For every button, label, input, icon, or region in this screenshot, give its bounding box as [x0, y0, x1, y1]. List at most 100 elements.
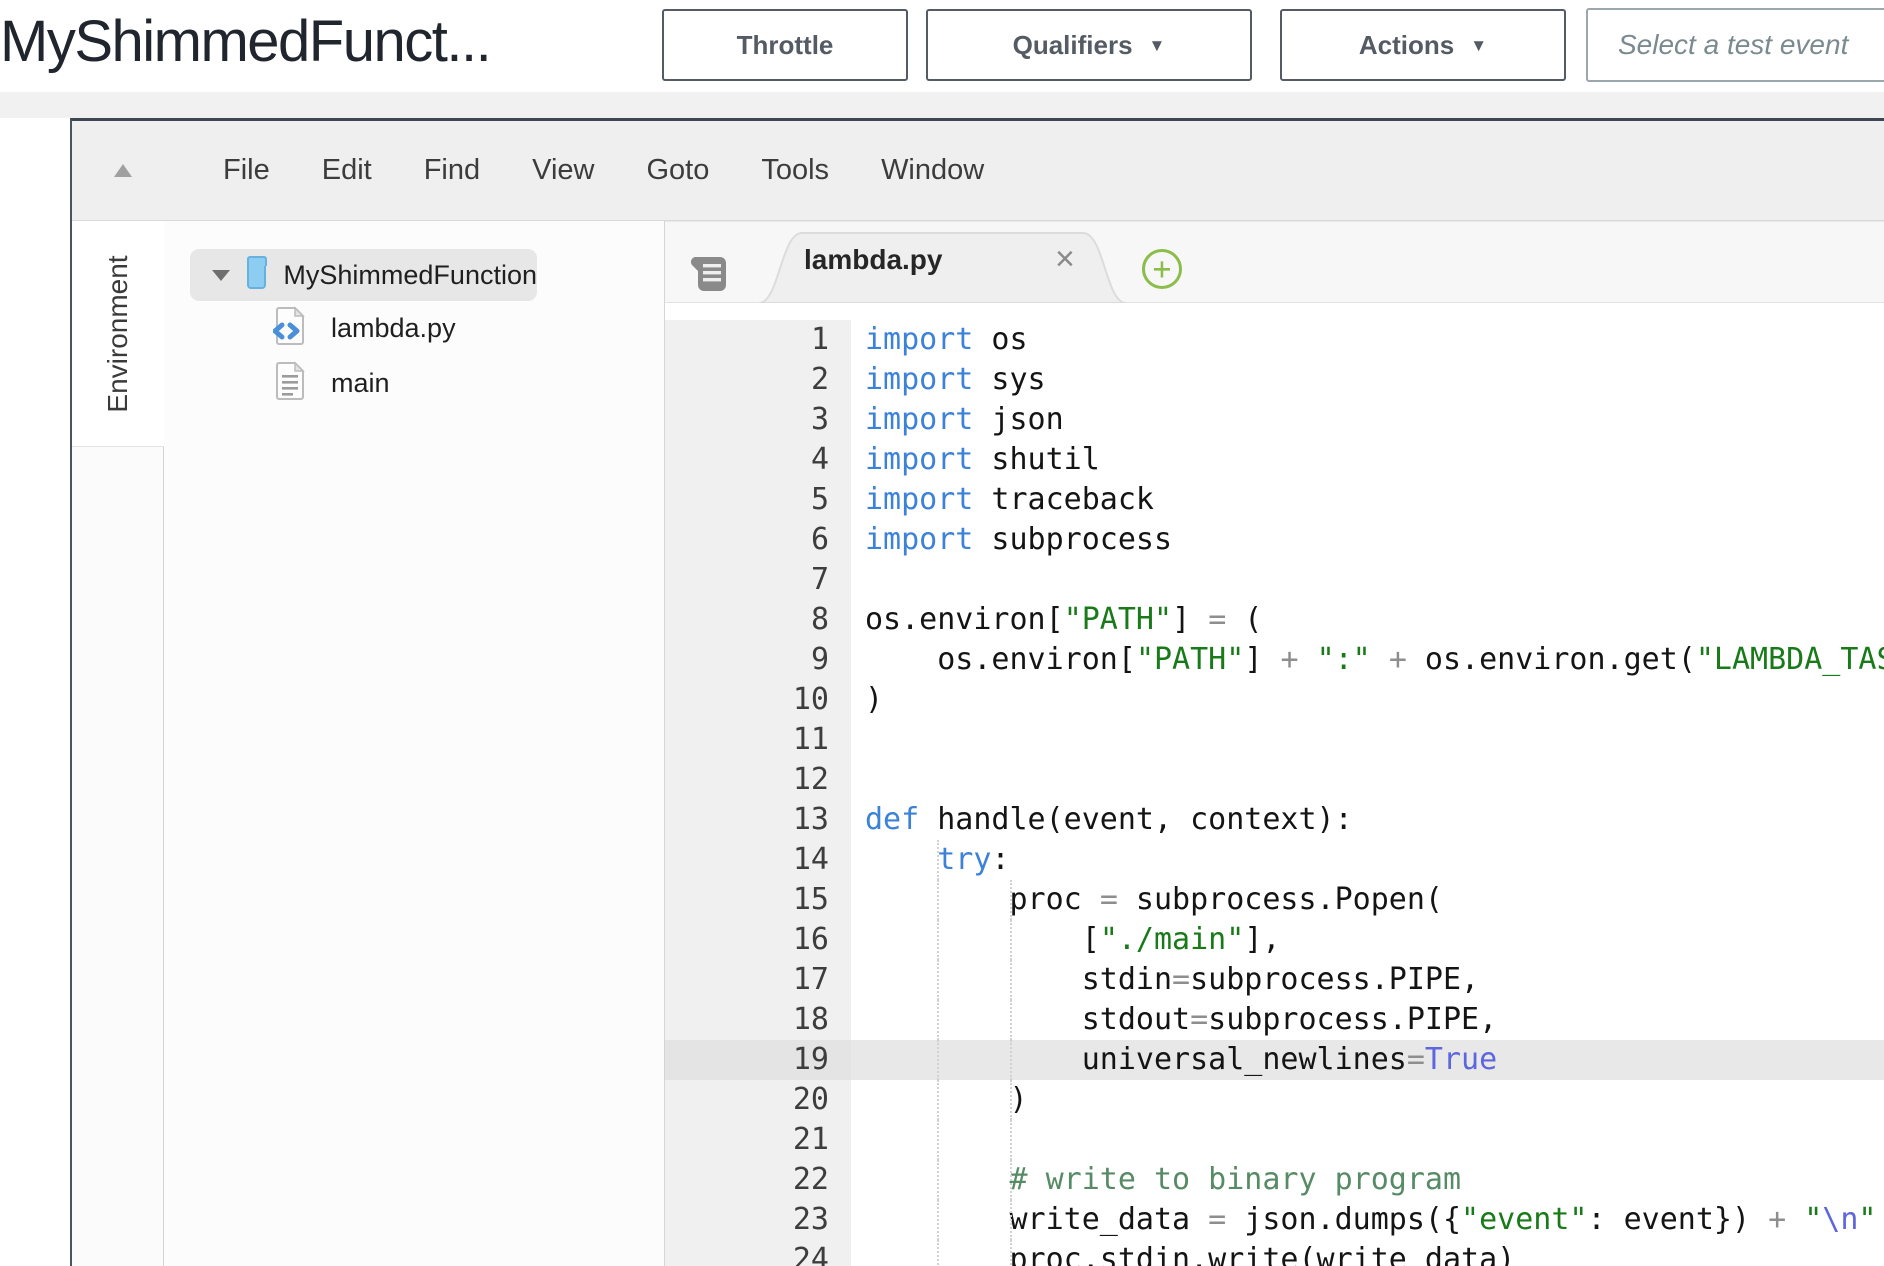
- code-line-text: # write to binary program: [851, 1160, 1884, 1200]
- close-tab-icon[interactable]: ×: [1055, 240, 1075, 279]
- code-line-text: os.environ["PATH"] + ":" + os.environ.ge…: [851, 640, 1884, 680]
- folder-name: MyShimmedFunction: [283, 260, 537, 291]
- file-name: main: [331, 368, 390, 399]
- line-number: 22: [665, 1160, 851, 1200]
- tree-file-main[interactable]: main: [164, 356, 664, 411]
- line-number: 18: [665, 1000, 851, 1040]
- indent-guide: [1010, 1120, 1012, 1160]
- code-editor-area[interactable]: 1import os2import sys3import json4import…: [665, 303, 1884, 1266]
- code-row-5[interactable]: 5import traceback: [665, 480, 1884, 520]
- line-number: 17: [665, 960, 851, 1000]
- line-number: 9: [665, 640, 851, 680]
- tab-lambda-py[interactable]: lambda.py: [804, 244, 942, 276]
- text-file-icon: [273, 361, 307, 406]
- lambda-console-page: MyShimmedFunct... ThrottleQualifiers▼Act…: [0, 0, 1884, 1266]
- indent-guide: [937, 1040, 939, 1080]
- collapse-panel-icon[interactable]: [114, 164, 132, 177]
- qualifiers-button[interactable]: Qualifiers▼: [926, 9, 1252, 81]
- code-line-text: [851, 720, 1884, 760]
- menu-item-window[interactable]: Window: [881, 154, 984, 187]
- code-row-18[interactable]: 18 stdout=subprocess.PIPE,: [665, 1000, 1884, 1040]
- code-line-text: proc = subprocess.Popen(: [851, 880, 1884, 920]
- indent-guide: [1010, 1080, 1012, 1120]
- code-row-6[interactable]: 6import subprocess: [665, 520, 1884, 560]
- indent-guide: [937, 1160, 939, 1200]
- code-row-4[interactable]: 4import shutil: [665, 440, 1884, 480]
- code-line-text: ): [851, 680, 1884, 720]
- indent-guide: [1010, 1160, 1012, 1200]
- code-row-17[interactable]: 17 stdin=subprocess.PIPE,: [665, 960, 1884, 1000]
- code-line-text: try:: [851, 840, 1884, 880]
- button-label: Qualifiers: [1013, 30, 1133, 61]
- file-name: lambda.py: [331, 313, 456, 344]
- line-number: 15: [665, 880, 851, 920]
- menubar-items: File Edit Find View Goto Tools Window: [197, 154, 1010, 187]
- indent-guide: [937, 840, 939, 880]
- code-row-12[interactable]: 12: [665, 760, 1884, 800]
- code-row-9[interactable]: 9 os.environ["PATH"] + ":" + os.environ.…: [665, 640, 1884, 680]
- tree-expand-icon[interactable]: [212, 270, 230, 281]
- tree-folder-row[interactable]: MyShimmedFunction: [190, 249, 537, 301]
- code-row-7[interactable]: 7: [665, 560, 1884, 600]
- menu-item-find[interactable]: Find: [424, 154, 480, 187]
- button-label: Throttle: [737, 30, 834, 61]
- code-row-21[interactable]: 21: [665, 1120, 1884, 1160]
- code-row-24[interactable]: 24 proc.stdin.write(write_data): [665, 1240, 1884, 1266]
- header-divider-strip: [0, 92, 1884, 118]
- code-line-text: stdin=subprocess.PIPE,: [851, 960, 1884, 1000]
- line-number: 10: [665, 680, 851, 720]
- menu-item-goto[interactable]: Goto: [646, 154, 709, 187]
- code-row-10[interactable]: 10): [665, 680, 1884, 720]
- menu-item-file[interactable]: File: [223, 154, 270, 187]
- line-number: 13: [665, 800, 851, 840]
- code-line-text: proc.stdin.write(write_data): [851, 1240, 1884, 1266]
- code-row-1[interactable]: 1import os: [665, 320, 1884, 360]
- code-line-text: import traceback: [851, 480, 1884, 520]
- code-line-text: os.environ["PATH"] = (: [851, 600, 1884, 640]
- indent-guide: [937, 1200, 939, 1240]
- test-event-placeholder: Select a test event: [1618, 29, 1848, 61]
- code-row-23[interactable]: 23 write_data = json.dumps({"event": eve…: [665, 1200, 1884, 1240]
- code-line-text: import shutil: [851, 440, 1884, 480]
- code-row-20[interactable]: 20 ): [665, 1080, 1884, 1120]
- code-line-text: import json: [851, 400, 1884, 440]
- code-line-text: import subprocess: [851, 520, 1884, 560]
- tree-file-lambda-py[interactable]: lambda.py: [164, 301, 664, 356]
- function-header: MyShimmedFunct... ThrottleQualifiers▼Act…: [0, 0, 1884, 92]
- code-row-15[interactable]: 15 proc = subprocess.Popen(: [665, 880, 1884, 920]
- code-row-11[interactable]: 11: [665, 720, 1884, 760]
- line-number: 5: [665, 480, 851, 520]
- menu-item-edit[interactable]: Edit: [322, 154, 372, 187]
- code-row-3[interactable]: 3import json: [665, 400, 1884, 440]
- tab-environment[interactable]: Environment: [72, 221, 164, 447]
- line-number: 8: [665, 600, 851, 640]
- code-row-19[interactable]: 19 universal_newlines=True: [665, 1040, 1884, 1080]
- active-tab-shape[interactable]: [665, 222, 1225, 304]
- test-event-select[interactable]: Select a test event: [1586, 8, 1884, 82]
- indent-guide: [1010, 920, 1012, 960]
- left-tab-strip: Environment: [72, 221, 164, 1266]
- indent-guide: [1010, 960, 1012, 1000]
- code-row-13[interactable]: 13def handle(event, context):: [665, 800, 1884, 840]
- code-row-8[interactable]: 8os.environ["PATH"] = (: [665, 600, 1884, 640]
- code-row-22[interactable]: 22 # write to binary program: [665, 1160, 1884, 1200]
- cloud9-editor-window: File Edit Find View Goto Tools Window Environm…: [70, 118, 1884, 1266]
- menu-item-tools[interactable]: Tools: [761, 154, 829, 187]
- line-number: 3: [665, 400, 851, 440]
- line-number: 4: [665, 440, 851, 480]
- actions-button[interactable]: Actions▼: [1280, 9, 1566, 81]
- code-line-text: import os: [851, 320, 1884, 360]
- code-row-14[interactable]: 14 try:: [665, 840, 1884, 880]
- code-file-icon: [273, 306, 307, 351]
- button-label: Actions: [1359, 30, 1454, 61]
- add-tab-icon[interactable]: +: [1142, 249, 1182, 289]
- environment-tab-label: Environment: [102, 255, 134, 412]
- indent-guide: [937, 1120, 939, 1160]
- indent-guide: [937, 920, 939, 960]
- indent-guide: [937, 1000, 939, 1040]
- menu-item-view[interactable]: View: [532, 154, 594, 187]
- throttle-button[interactable]: Throttle: [662, 9, 908, 81]
- indent-guide: [937, 880, 939, 920]
- code-row-2[interactable]: 2import sys: [665, 360, 1884, 400]
- code-row-16[interactable]: 16 ["./main"],: [665, 920, 1884, 960]
